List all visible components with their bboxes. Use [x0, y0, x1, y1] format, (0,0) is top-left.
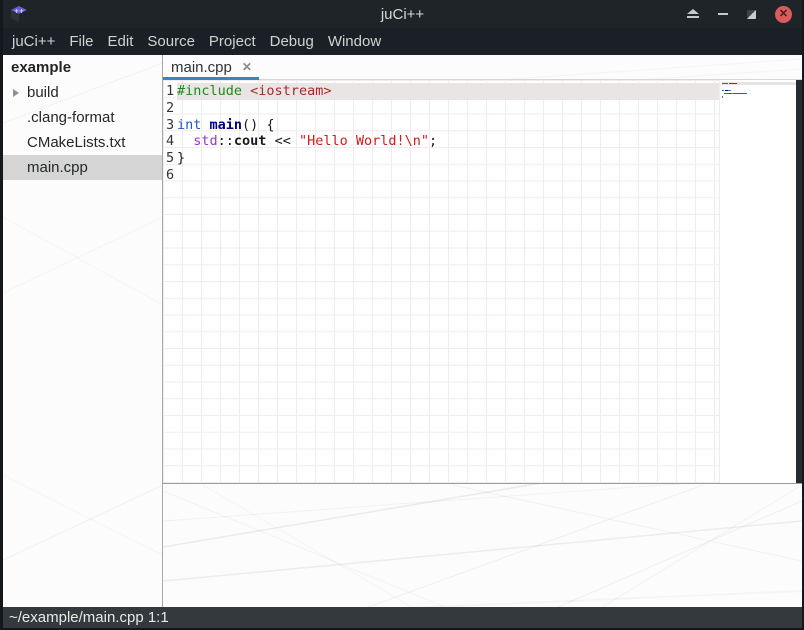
code-line: 3int main() {: [163, 117, 719, 134]
minimize-button[interactable]: [718, 13, 728, 15]
expander-icon[interactable]: [13, 89, 19, 97]
code-line-text[interactable]: [177, 167, 719, 184]
menubar: juCi++FileEditSourceProjectDebugWindow: [3, 28, 802, 55]
statusbar: ~/example/main.cpp 1:1: [3, 607, 802, 628]
eject-icon: [687, 9, 699, 14]
status-file-position: ~/example/main.cpp 1:1: [9, 609, 169, 626]
menu-item-window[interactable]: Window: [321, 28, 388, 55]
tree-item-label: main.cpp: [27, 159, 88, 176]
terminal-panel[interactable]: [163, 484, 802, 607]
tab-main-cpp[interactable]: main.cpp ✕: [163, 55, 259, 79]
menu-item-source[interactable]: Source: [140, 28, 202, 55]
line-number: 3: [163, 117, 174, 134]
tree-item-label: .clang-format: [27, 109, 115, 126]
code-line: 4 std::cout << "Hello World!\n";: [163, 133, 719, 150]
line-number: 2: [163, 100, 174, 117]
titlebar[interactable]: ++ juCi++ ✕: [3, 0, 802, 28]
close-icon: ✕: [779, 9, 788, 20]
tab-close-icon[interactable]: ✕: [242, 61, 252, 73]
line-number: 5: [163, 150, 174, 167]
code-editor[interactable]: 1#include <iostream>23int main() {4 std:…: [163, 80, 719, 483]
window-title: juCi++: [3, 6, 802, 23]
menu-item-juci[interactable]: juCi++: [5, 28, 62, 55]
code-line: 1#include <iostream>: [163, 83, 719, 100]
juci-window: ++ juCi++ ✕ juCi++FileEditSourceProjectD…: [0, 0, 804, 630]
minimap[interactable]: [719, 80, 796, 483]
menu-item-debug[interactable]: Debug: [263, 28, 321, 55]
shade-button[interactable]: [687, 9, 699, 19]
tree-item-label: build: [27, 84, 59, 101]
tree-item-main-cpp[interactable]: main.cpp: [3, 155, 162, 180]
code-line: 2: [163, 100, 719, 117]
line-number: 6: [163, 167, 174, 184]
minimap-line: [722, 98, 796, 101]
code-line: 5}: [163, 150, 719, 167]
content: example build .clang-format CMakeLists.txt…: [3, 55, 802, 607]
code-line: 6: [163, 167, 719, 184]
vertical-scrollbar[interactable]: [796, 80, 802, 483]
menu-item-edit[interactable]: Edit: [101, 28, 141, 55]
close-button[interactable]: ✕: [775, 6, 792, 23]
code-line-text[interactable]: #include <iostream>: [177, 83, 719, 100]
code-line-text[interactable]: }: [177, 150, 719, 167]
code-line-text[interactable]: std::cout << "Hello World!\n";: [177, 133, 719, 150]
menu-item-project[interactable]: Project: [202, 28, 263, 55]
tabbar: main.cpp ✕: [163, 55, 802, 80]
code-line-text[interactable]: int main() {: [177, 117, 719, 134]
code-line-text[interactable]: [177, 100, 719, 117]
tree-item-build[interactable]: build: [3, 80, 162, 105]
tab-label: main.cpp: [171, 59, 232, 76]
tree-root-folder[interactable]: example: [3, 55, 162, 80]
line-number: 1: [163, 83, 174, 100]
tree-item-label: CMakeLists.txt: [27, 134, 125, 151]
file-tree-panel: example build .clang-format CMakeLists.txt…: [3, 55, 163, 607]
menu-item-file[interactable]: File: [62, 28, 100, 55]
tree-item--clang-format[interactable]: .clang-format: [3, 105, 162, 130]
restore-button[interactable]: [747, 10, 756, 19]
line-number: 4: [163, 133, 174, 150]
tree-item-cmakelists-txt[interactable]: CMakeLists.txt: [3, 130, 162, 155]
